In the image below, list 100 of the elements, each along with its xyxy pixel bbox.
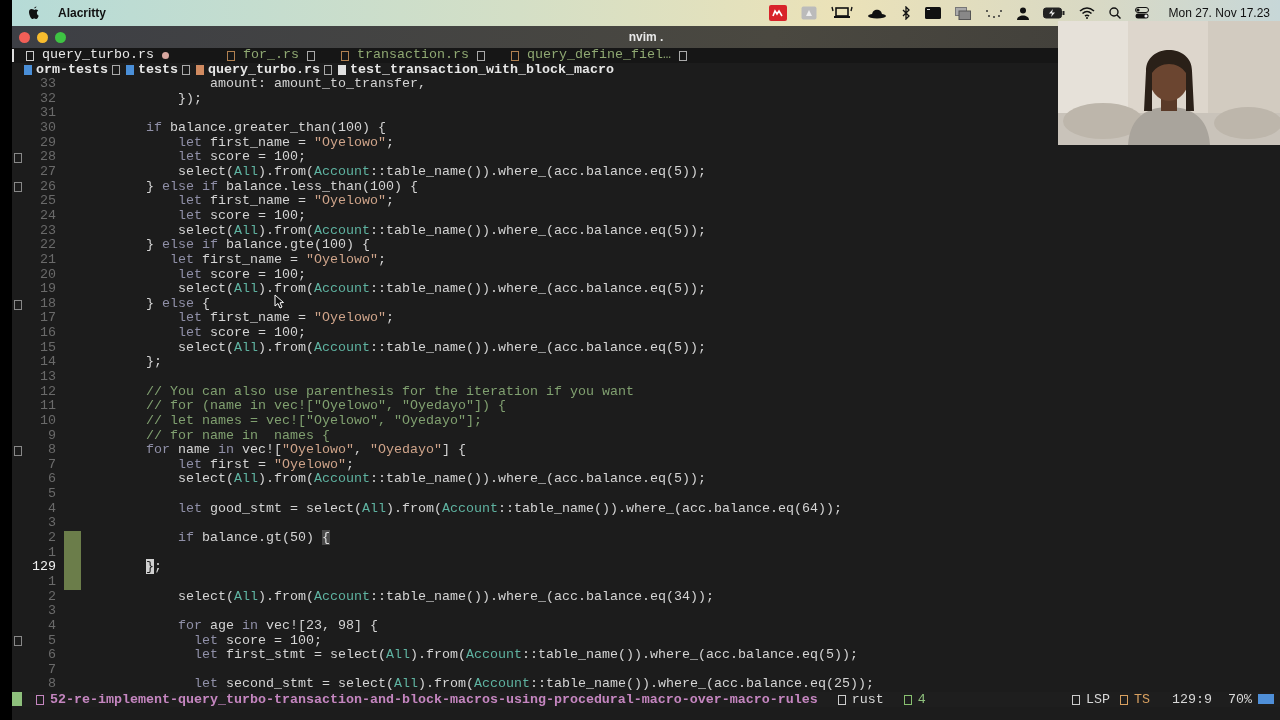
line-number: 3 — [47, 516, 56, 532]
line-number: 25 — [39, 194, 56, 209]
battery-icon[interactable] — [1042, 7, 1065, 19]
close-button[interactable] — [19, 31, 30, 43]
line-number: 7 — [47, 457, 56, 473]
line-number: 21 — [39, 252, 56, 268]
app-logo-icon[interactable] — [768, 5, 787, 21]
line-number: 31 — [39, 106, 56, 122]
editor-tab[interactable]: query_define_fiel… — [510, 48, 697, 63]
line-number: 2 — [47, 531, 56, 546]
modified-dot-icon — [162, 51, 169, 59]
code-line: } else if balance.gte(100) { — [145, 238, 370, 253]
code-line: // for (name in vec!["Oyelowo", "Oyedayo"]) { — [145, 399, 506, 414]
line-number: 4 — [47, 618, 56, 634]
code-line: let first_name = "Oyelowo"; — [169, 252, 386, 268]
code-line: }); — [177, 91, 202, 107]
line-number: 12 — [39, 384, 56, 400]
editor-tab[interactable]: for_.rs — [227, 48, 325, 63]
zoom-button[interactable] — [55, 31, 66, 43]
diagnostics-count: 4 — [917, 691, 926, 707]
line-number: 13 — [39, 370, 56, 385]
code-line: for age in vec![23, 98] { — [177, 618, 378, 634]
line-number: 2 — [47, 589, 56, 605]
code-line: for name in vec!["Oyelowo", "Oyedayo"] { — [145, 443, 466, 458]
line-number: 32 — [39, 91, 56, 107]
mode-indicator — [12, 692, 22, 707]
code-line: let score = 100; — [193, 633, 322, 649]
line-number: 30 — [39, 121, 56, 136]
scroll-percent: 70% — [1228, 691, 1252, 707]
bluetooth-icon[interactable] — [900, 6, 911, 20]
clock[interactable]: Mon 27. Nov 17.23 — [1168, 6, 1270, 20]
line-number: 1 — [47, 574, 56, 590]
user-icon[interactable] — [1016, 6, 1029, 20]
code-line: select(All).from(Account::table_name()).where_(acc.balance.eq(34)); — [177, 589, 714, 605]
line-number: 5 — [47, 487, 56, 502]
line-number: 20 — [39, 267, 56, 283]
code-line: amount: amount_to_transfer, — [209, 77, 426, 92]
code-line: select(All).from(Account::table_name()).where_(acc.balance.eq(5)); — [177, 472, 706, 488]
filetype: rust — [851, 691, 884, 707]
line-number: 15 — [39, 340, 56, 356]
window-title: nvim . — [628, 30, 664, 44]
line-number: 22 — [39, 238, 56, 253]
line-number: 8 — [47, 677, 56, 693]
line-number: 29 — [39, 135, 56, 151]
line-number: 10 — [39, 413, 56, 429]
dots-icon[interactable] — [984, 8, 1003, 18]
minimize-button[interactable] — [37, 31, 48, 43]
line-number: 8 — [47, 443, 56, 458]
code-line: let first_stmt = select(All).from(Account::table_name()).where_(acc.balance.eq(5)); — [193, 648, 858, 663]
code-line: select(All).from(Account::table_name()).where_(acc.balance.eq(5)); — [177, 165, 706, 180]
line-number: 33 — [39, 77, 56, 92]
line-number: 17 — [39, 311, 56, 327]
line-number: 28 — [39, 150, 56, 166]
code-line: let score = 100; — [177, 326, 306, 341]
screen-icon[interactable] — [924, 7, 941, 19]
code-line: let first_name = "Oyelowo"; — [177, 135, 394, 151]
code-line: // for name in names { — [145, 428, 330, 444]
code-line: let first = "Oyelowo"; — [177, 457, 354, 473]
line-number: 3 — [47, 604, 56, 619]
code-line: select(All).from(Account::table_name()).where_(acc.balance.eq(5)); — [177, 340, 706, 356]
breadcrumb-item[interactable]: tests — [138, 62, 178, 78]
wifi-icon[interactable] — [1078, 7, 1095, 19]
line-number: 18 — [39, 296, 56, 312]
code-line: }; — [145, 355, 162, 370]
breadcrumb-item[interactable]: test_transaction_with_block_macro — [349, 62, 614, 78]
line-number: 26 — [39, 179, 56, 195]
code-line: select(All).from(Account::table_name()).where_(acc.balance.eq(5)); — [177, 223, 706, 239]
breadcrumb-item[interactable]: query_turbo.rs — [208, 62, 320, 78]
code-line: }; — [145, 560, 162, 575]
code-line: let score = 100; — [177, 267, 306, 283]
search-icon[interactable] — [1108, 7, 1121, 19]
line-number: 6 — [47, 472, 56, 488]
laptop-icon[interactable] — [830, 6, 853, 20]
lsp-status: LSP — [1086, 691, 1110, 707]
line-number: 23 — [39, 223, 56, 239]
line-number: 19 — [39, 282, 56, 297]
windows-icon[interactable] — [954, 6, 971, 20]
line-number: 4 — [47, 501, 56, 517]
code-line: select(All).from(Account::table_name()).where_(acc.balance.eq(5)); — [177, 282, 706, 297]
code-line: if balance.greater_than(100) { — [145, 121, 386, 136]
line-number: 16 — [39, 326, 56, 341]
line-number: 11 — [39, 399, 56, 414]
editor-tab[interactable]: query_turbo.rs — [12, 48, 179, 63]
code-line: } else if balance.less_than(100) { — [145, 179, 418, 195]
scroll-indicator — [1258, 694, 1274, 705]
line-number: 1 — [47, 545, 56, 561]
code-line: let score = 100; — [177, 208, 306, 224]
breadcrumb-item[interactable]: orm-tests — [36, 62, 108, 78]
treesitter-status: TS — [1134, 691, 1150, 707]
line-number: 27 — [39, 165, 56, 180]
line-number: 24 — [39, 208, 56, 224]
code-line: } else { — [145, 296, 210, 312]
app-name[interactable]: Alacritty — [58, 6, 107, 20]
code-line: if balance.gt(50) { — [177, 531, 330, 546]
toggles-icon[interactable] — [1134, 7, 1151, 19]
line-number: 9 — [47, 428, 56, 444]
git-branch: 52-re-implement-query_turbo-transaction-and-block-macros-using-procedural-macro-over-macro-rules — [50, 691, 818, 707]
code-line: let first_name = "Oyelowo"; — [177, 194, 394, 209]
code-line: // You can also use parenthesis for the iteration if you want — [145, 384, 634, 400]
editor-tab[interactable]: transaction.rs — [341, 48, 495, 63]
